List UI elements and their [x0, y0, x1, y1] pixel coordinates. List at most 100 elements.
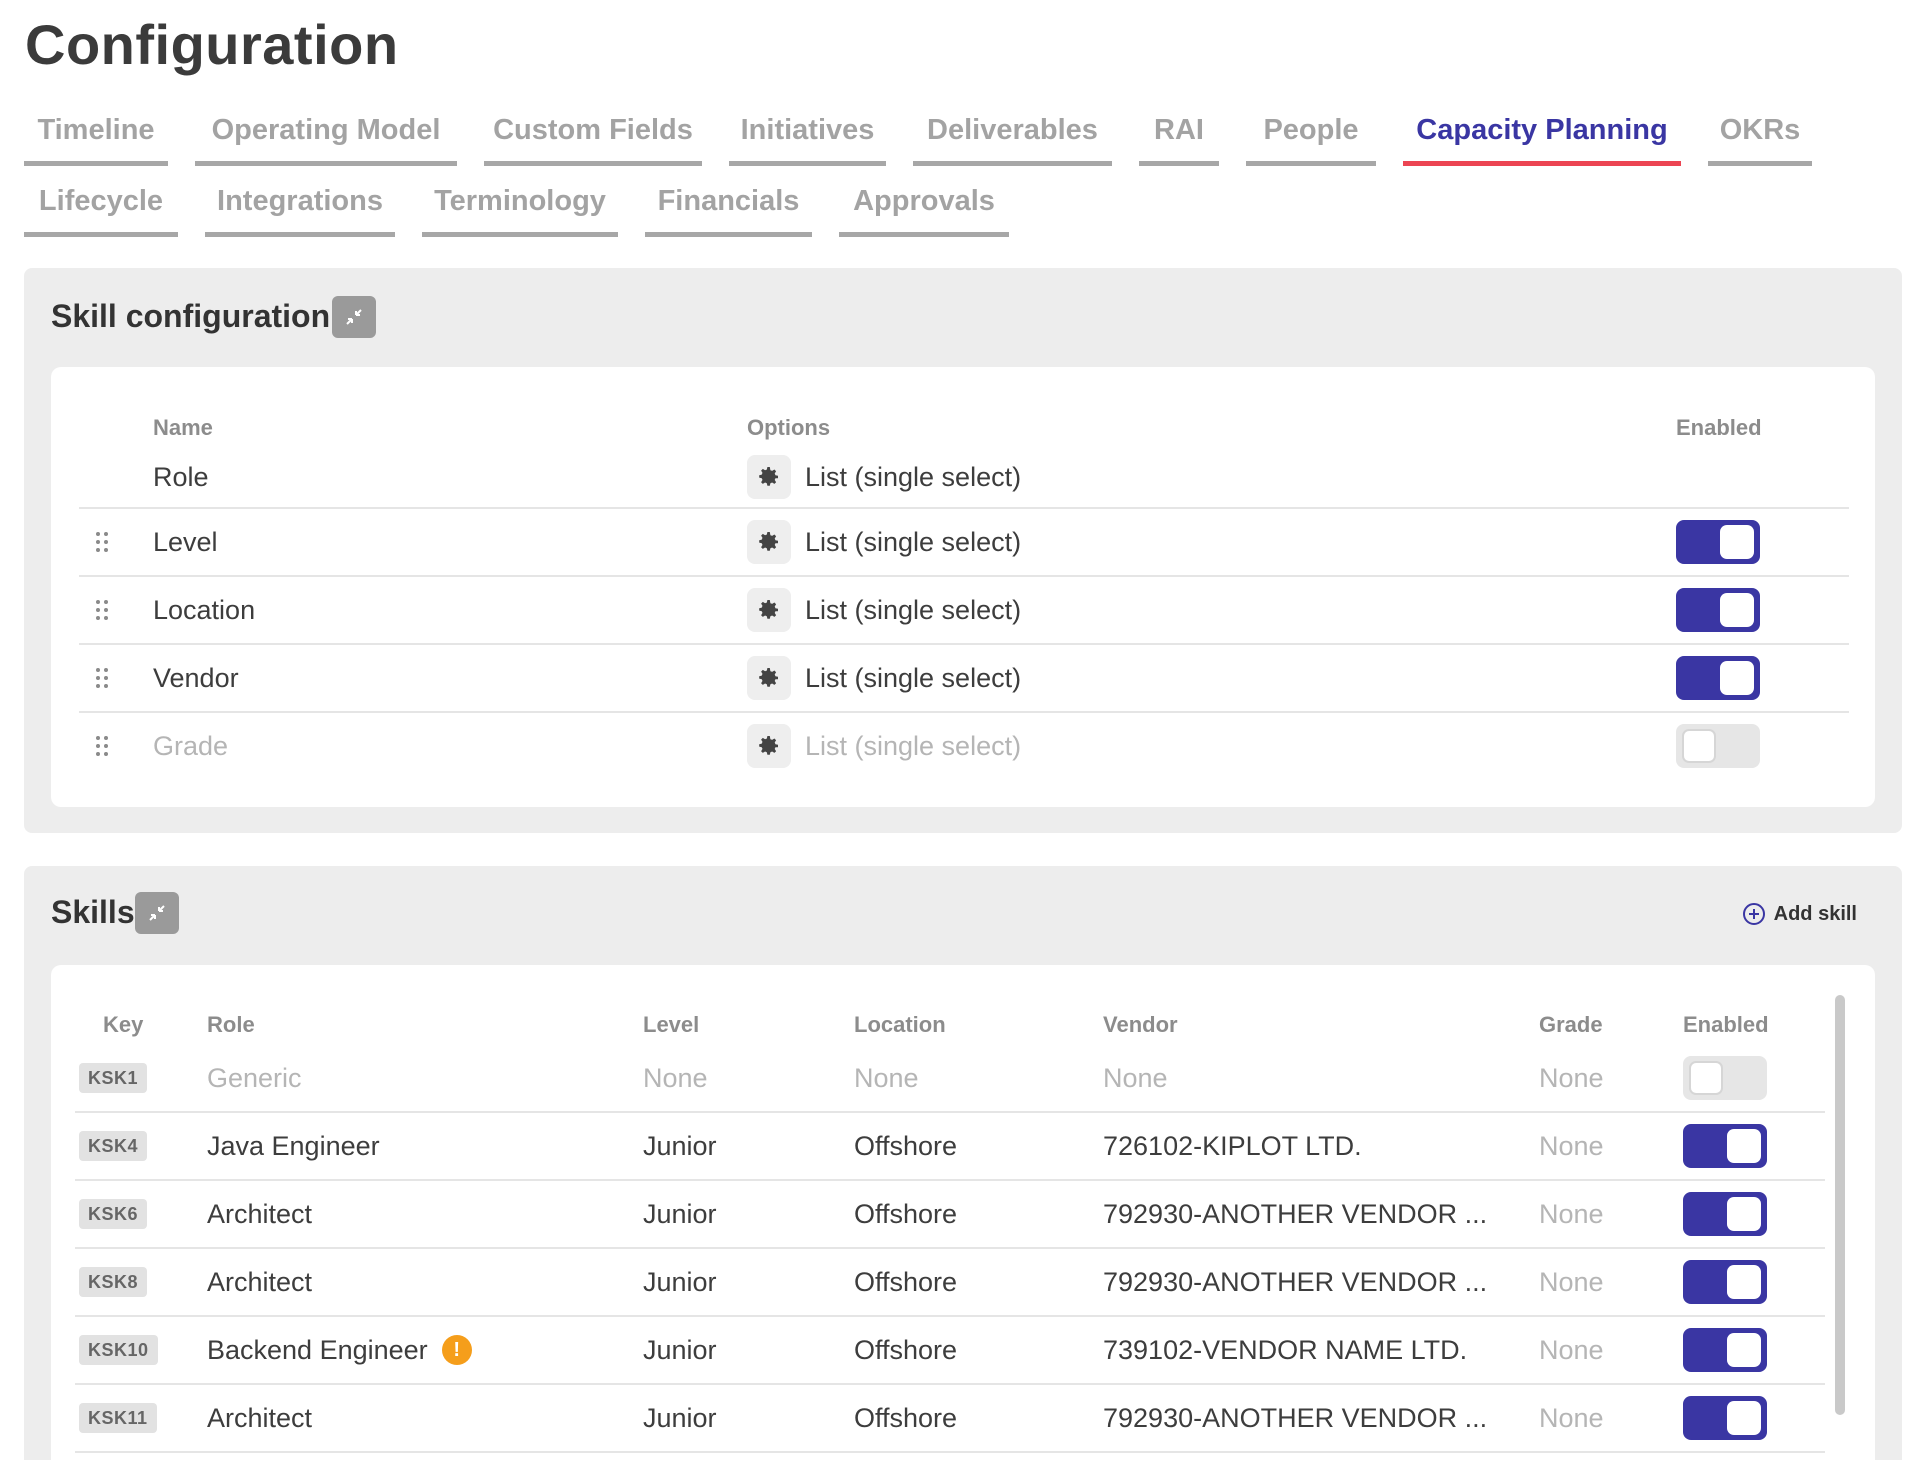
gear-icon[interactable] [747, 724, 791, 768]
skill-vendor: None [1103, 1062, 1168, 1093]
skill-grade: None [1539, 1198, 1604, 1229]
table-row[interactable]: KSK6 Architect Junior Offshore 792930-AN… [75, 1181, 1825, 1249]
skill-level: Junior [643, 1334, 717, 1365]
add-skill-button[interactable]: Add skill [1742, 902, 1857, 926]
column-header-level: Level [643, 1012, 700, 1037]
table-row[interactable]: KSK4 Java Engineer Junior Offshore 72610… [75, 1113, 1825, 1181]
enabled-toggle[interactable] [1683, 1328, 1767, 1372]
skill-vendor: 726102-KIPLOT LTD. [1103, 1130, 1362, 1161]
tab-timeline[interactable]: Timeline [24, 94, 168, 166]
tab-custom-fields[interactable]: Custom Fields [484, 94, 702, 166]
column-header-role: Role [207, 1012, 255, 1037]
drag-handle-icon[interactable] [95, 599, 109, 621]
skill-field-name: Role [153, 461, 209, 492]
enabled-toggle[interactable] [1676, 724, 1760, 768]
tab-financials[interactable]: Financials [645, 165, 812, 237]
column-header-grade: Grade [1539, 1012, 1603, 1037]
skill-location: Offshore [854, 1198, 958, 1229]
tab-integrations[interactable]: Integrations [205, 165, 395, 237]
table-row[interactable]: KSK8 Architect Junior Offshore 792930-AN… [75, 1249, 1825, 1317]
skill-grade: None [1539, 1130, 1604, 1161]
table-row: Level List (single select) [79, 509, 1849, 577]
table-row[interactable]: KSK1 Generic None None None None [75, 1045, 1825, 1113]
tab-terminology[interactable]: Terminology [422, 165, 618, 237]
enabled-toggle[interactable] [1676, 656, 1760, 700]
skill-role: Generic [207, 1062, 302, 1093]
drag-handle-icon[interactable] [95, 667, 109, 689]
tab-capacity-planning[interactable]: Capacity Planning [1403, 94, 1681, 166]
skills-table: Key Role Level Location Vendor Grade Ena… [51, 965, 1875, 1460]
skill-location: Offshore [854, 1402, 958, 1433]
collapse-arrows-icon[interactable] [135, 892, 179, 934]
column-header-enabled: Enabled [1676, 415, 1762, 440]
warning-icon[interactable]: ! [441, 1335, 472, 1365]
column-header-options: Options [747, 415, 831, 440]
skills-title: Skills [51, 894, 135, 930]
table-row: Vendor List (single select) [79, 645, 1849, 713]
table-row[interactable]: KSK11 Architect Junior Offshore 792930-A… [75, 1385, 1825, 1453]
skill-location: None [854, 1062, 919, 1093]
skill-configuration-table: Name Options Enabled Role List (single s… [51, 367, 1875, 807]
tab-people[interactable]: People [1246, 94, 1376, 166]
skill-grade: None [1539, 1402, 1604, 1433]
table-row[interactable]: KSK10 Backend Engineer ! Junior Offshore… [75, 1317, 1825, 1385]
enabled-toggle[interactable] [1683, 1192, 1767, 1236]
skill-level: None [643, 1062, 708, 1093]
skill-location: Offshore [854, 1334, 958, 1365]
skill-vendor: 739102-VENDOR NAME LTD. [1103, 1334, 1468, 1365]
gear-icon[interactable] [747, 588, 791, 632]
skill-vendor: 792930-ANOTHER VENDOR ... [1103, 1402, 1488, 1433]
skill-role: Architect [207, 1266, 313, 1297]
skill-key-badge: KSK1 [79, 1063, 148, 1093]
skill-key-badge: KSK6 [79, 1199, 148, 1229]
page-title: Configuration [25, 13, 399, 76]
drag-handle-icon[interactable] [95, 735, 109, 757]
tab-deliverables[interactable]: Deliverables [913, 94, 1112, 166]
tab-initiatives[interactable]: Initiatives [729, 94, 886, 166]
skill-role: Architect [207, 1198, 313, 1229]
column-header-vendor: Vendor [1103, 1012, 1178, 1037]
column-header-key: Key [103, 1012, 144, 1037]
scrollbar[interactable] [1835, 995, 1845, 1415]
skill-field-name: Level [153, 526, 218, 557]
skill-field-name: Location [153, 594, 256, 625]
drag-handle-icon[interactable] [95, 531, 109, 553]
skill-location: Offshore [854, 1266, 958, 1297]
tab-rai[interactable]: RAI [1139, 94, 1219, 166]
skill-field-name: Grade [153, 730, 229, 761]
column-header-enabled: Enabled [1683, 1012, 1769, 1037]
skill-grade: None [1539, 1266, 1604, 1297]
enabled-toggle[interactable] [1683, 1396, 1767, 1440]
table-row: Grade List (single select) [79, 713, 1849, 781]
enabled-toggle[interactable] [1683, 1124, 1767, 1168]
skill-grade: None [1539, 1334, 1604, 1365]
skill-field-name: Vendor [153, 662, 239, 693]
tab-okrs[interactable]: OKRs [1708, 94, 1812, 166]
skill-field-option: List (single select) [805, 526, 1022, 557]
gear-icon[interactable] [747, 656, 791, 700]
skill-key-badge: KSK8 [79, 1267, 148, 1297]
table-row: Role List (single select) [79, 447, 1849, 509]
skill-key-badge: KSK11 [79, 1403, 157, 1433]
skill-role: Java Engineer [207, 1130, 380, 1161]
tab-lifecycle[interactable]: Lifecycle [24, 165, 178, 237]
tab-operating-model[interactable]: Operating Model [195, 94, 457, 166]
skill-field-option: List (single select) [805, 730, 1022, 761]
skill-field-option: List (single select) [805, 461, 1022, 492]
gear-icon[interactable] [747, 455, 791, 499]
skill-field-option: List (single select) [805, 594, 1022, 625]
enabled-toggle[interactable] [1676, 588, 1760, 632]
collapse-arrows-icon[interactable] [332, 296, 376, 338]
skill-configuration-panel: Skill configuration Name Options Enabled… [24, 268, 1902, 833]
enabled-toggle[interactable] [1676, 520, 1760, 564]
skill-key-badge: KSK10 [79, 1335, 158, 1365]
skill-role: Backend Engineer [207, 1334, 428, 1365]
skill-level: Junior [643, 1402, 717, 1433]
skill-configuration-title: Skill configuration [51, 298, 331, 334]
skill-vendor: 792930-ANOTHER VENDOR ... [1103, 1266, 1488, 1297]
tab-approvals[interactable]: Approvals [839, 165, 1009, 237]
skill-level: Junior [643, 1266, 717, 1297]
gear-icon[interactable] [747, 520, 791, 564]
enabled-toggle[interactable] [1683, 1260, 1767, 1304]
enabled-toggle[interactable] [1683, 1056, 1767, 1100]
